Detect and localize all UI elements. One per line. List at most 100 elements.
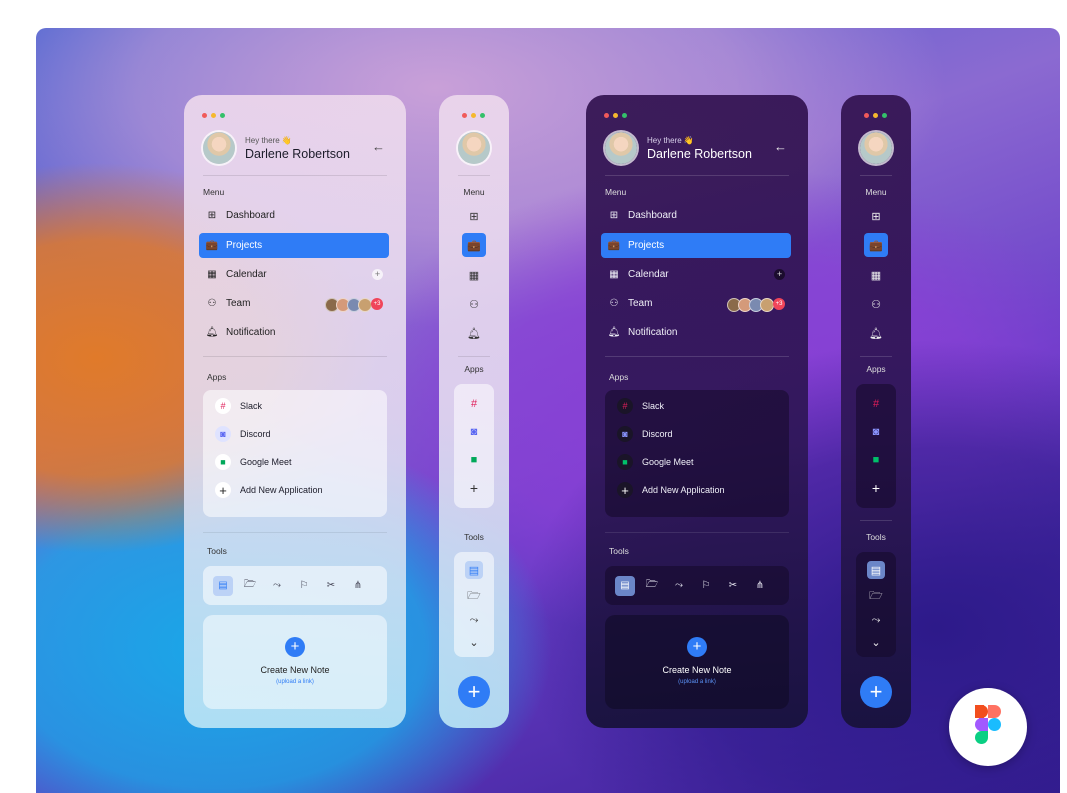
minimize-dot[interactable] (211, 113, 216, 118)
menu-item-calendar[interactable]: ▦ Calendar (199, 262, 389, 287)
route-icon[interactable]: ⤳ (867, 611, 885, 629)
add-application-button[interactable]: + Add New Application (215, 482, 323, 498)
document-icon[interactable]: ▤ (615, 575, 635, 596)
team-count-badge: +3 (773, 298, 785, 310)
app-item-google-meet[interactable]: ■ Google Meet (215, 454, 292, 470)
add-calendar-button[interactable]: + (774, 269, 785, 280)
menu-item-label: Calendar (628, 269, 669, 280)
minimize-dot[interactable] (471, 113, 476, 118)
create-note-plus-button[interactable]: + (285, 637, 305, 657)
tools-bar: ▤ 🗁 ⤳ ⚐ ✂ ⋔ (203, 566, 387, 605)
maximize-dot[interactable] (480, 113, 485, 118)
folder-icon[interactable]: 🗁 (867, 587, 885, 605)
maximize-dot[interactable] (882, 113, 887, 118)
minimize-dot[interactable] (873, 113, 878, 118)
apps-section-label: Apps (207, 372, 227, 382)
add-app-icon[interactable]: + (465, 479, 483, 497)
upload-link[interactable]: (upload a link) (203, 679, 387, 685)
create-note-fab[interactable]: + (860, 676, 892, 708)
close-dot[interactable] (202, 113, 207, 118)
menu-item-dashboard[interactable]: ⊞ Dashboard (199, 203, 389, 228)
upload-link[interactable]: (upload a link) (605, 679, 789, 685)
chevron-down-icon[interactable]: ⌄ (867, 633, 885, 651)
minimize-dot[interactable] (613, 113, 618, 118)
menu-item-projects[interactable]: 💼 Projects (199, 233, 389, 258)
bell-icon[interactable]: 🔔︎ (465, 324, 483, 342)
grid-icon[interactable]: ⊞ (465, 207, 483, 225)
route-icon[interactable]: ⤳ (267, 576, 287, 596)
team-avatars[interactable] (325, 298, 372, 312)
scissors-icon[interactable]: ✂ (723, 576, 743, 596)
google-meet-icon[interactable]: ■ (465, 451, 483, 469)
divider (605, 356, 789, 357)
folder-icon[interactable]: 🗁 (240, 576, 260, 596)
app-item-discord[interactable]: ◙ Discord (215, 426, 271, 442)
folder-icon[interactable]: 🗁 (465, 587, 483, 605)
avatar[interactable] (605, 132, 637, 164)
menu-item-label: Notification (628, 327, 678, 338)
add-app-icon[interactable]: + (867, 479, 885, 497)
menu-item-notification[interactable]: 🔔︎ Notification (199, 320, 389, 345)
apps-section-label: Apps (464, 364, 484, 374)
document-icon[interactable]: ▤ (465, 561, 483, 579)
back-arrow-icon[interactable]: ← (372, 139, 385, 154)
scissors-icon[interactable]: ✂ (321, 576, 341, 596)
bell-icon[interactable]: 🔔︎ (867, 324, 885, 342)
google-meet-icon[interactable]: ■ (867, 451, 885, 469)
flag-icon[interactable]: ⚐ (696, 576, 716, 596)
chevron-down-icon[interactable]: ⌄ (465, 633, 483, 651)
app-item-discord[interactable]: ◙ Discord (617, 426, 673, 442)
window-controls (202, 113, 225, 118)
window-controls (604, 113, 627, 118)
create-note-fab[interactable]: + (458, 676, 490, 708)
menu-item-notification[interactable]: 🔔︎ Notification (601, 320, 791, 345)
route-icon[interactable]: ⤳ (669, 576, 689, 596)
back-arrow-icon[interactable]: ← (774, 139, 787, 154)
slack-icon[interactable]: # (465, 395, 483, 413)
team-avatars[interactable] (727, 298, 774, 312)
menu-item-dashboard[interactable]: ⊞ Dashboard (601, 203, 791, 228)
divider (203, 356, 387, 357)
flag-icon[interactable]: ⚐ (294, 576, 314, 596)
create-note-card[interactable]: + Create New Note (upload a link) (203, 615, 387, 709)
close-dot[interactable] (864, 113, 869, 118)
route-icon[interactable]: ⤳ (465, 611, 483, 629)
add-calendar-button[interactable]: + (372, 269, 383, 280)
sitemap-icon[interactable]: ⋔ (348, 576, 368, 596)
grid-icon[interactable]: ⊞ (867, 207, 885, 225)
grid-icon: ⊞ (207, 210, 217, 221)
document-icon[interactable]: ▤ (867, 561, 885, 579)
create-note-plus-button[interactable]: + (687, 637, 707, 657)
avatar[interactable] (458, 132, 490, 164)
briefcase-icon[interactable]: 💼 (462, 233, 486, 257)
app-item-slack[interactable]: # Slack (617, 398, 664, 414)
close-dot[interactable] (604, 113, 609, 118)
app-item-google-meet[interactable]: ■ Google Meet (617, 454, 694, 470)
app-item-slack[interactable]: # Slack (215, 398, 262, 414)
maximize-dot[interactable] (622, 113, 627, 118)
discord-icon[interactable]: ◙ (867, 423, 885, 441)
menu-item-projects[interactable]: 💼 Projects (601, 233, 791, 258)
avatar[interactable] (203, 132, 235, 164)
figma-icon (975, 705, 1001, 744)
slack-icon[interactable]: # (867, 395, 885, 413)
briefcase-icon[interactable]: 💼 (864, 233, 888, 257)
calendar-icon[interactable]: ▦ (465, 266, 483, 284)
divider (203, 175, 387, 176)
calendar-icon[interactable]: ▦ (867, 266, 885, 284)
team-icon[interactable]: ⚇ (867, 295, 885, 313)
avatar[interactable] (860, 132, 892, 164)
document-icon[interactable]: ▤ (213, 575, 233, 596)
menu-item-calendar[interactable]: ▦ Calendar (601, 262, 791, 287)
discord-icon[interactable]: ◙ (465, 423, 483, 441)
create-note-card[interactable]: + Create New Note (upload a link) (605, 615, 789, 709)
add-application-button[interactable]: + Add New Application (617, 482, 725, 498)
close-dot[interactable] (462, 113, 467, 118)
app-label: Slack (642, 401, 665, 411)
light-expanded-sidebar: Hey there 👋 Darlene Robertson ← Menu ⊞ Da… (184, 95, 406, 728)
maximize-dot[interactable] (220, 113, 225, 118)
team-icon[interactable]: ⚇ (465, 295, 483, 313)
tools-section-label: Tools (609, 546, 629, 556)
folder-icon[interactable]: 🗁 (642, 576, 662, 596)
sitemap-icon[interactable]: ⋔ (750, 576, 770, 596)
